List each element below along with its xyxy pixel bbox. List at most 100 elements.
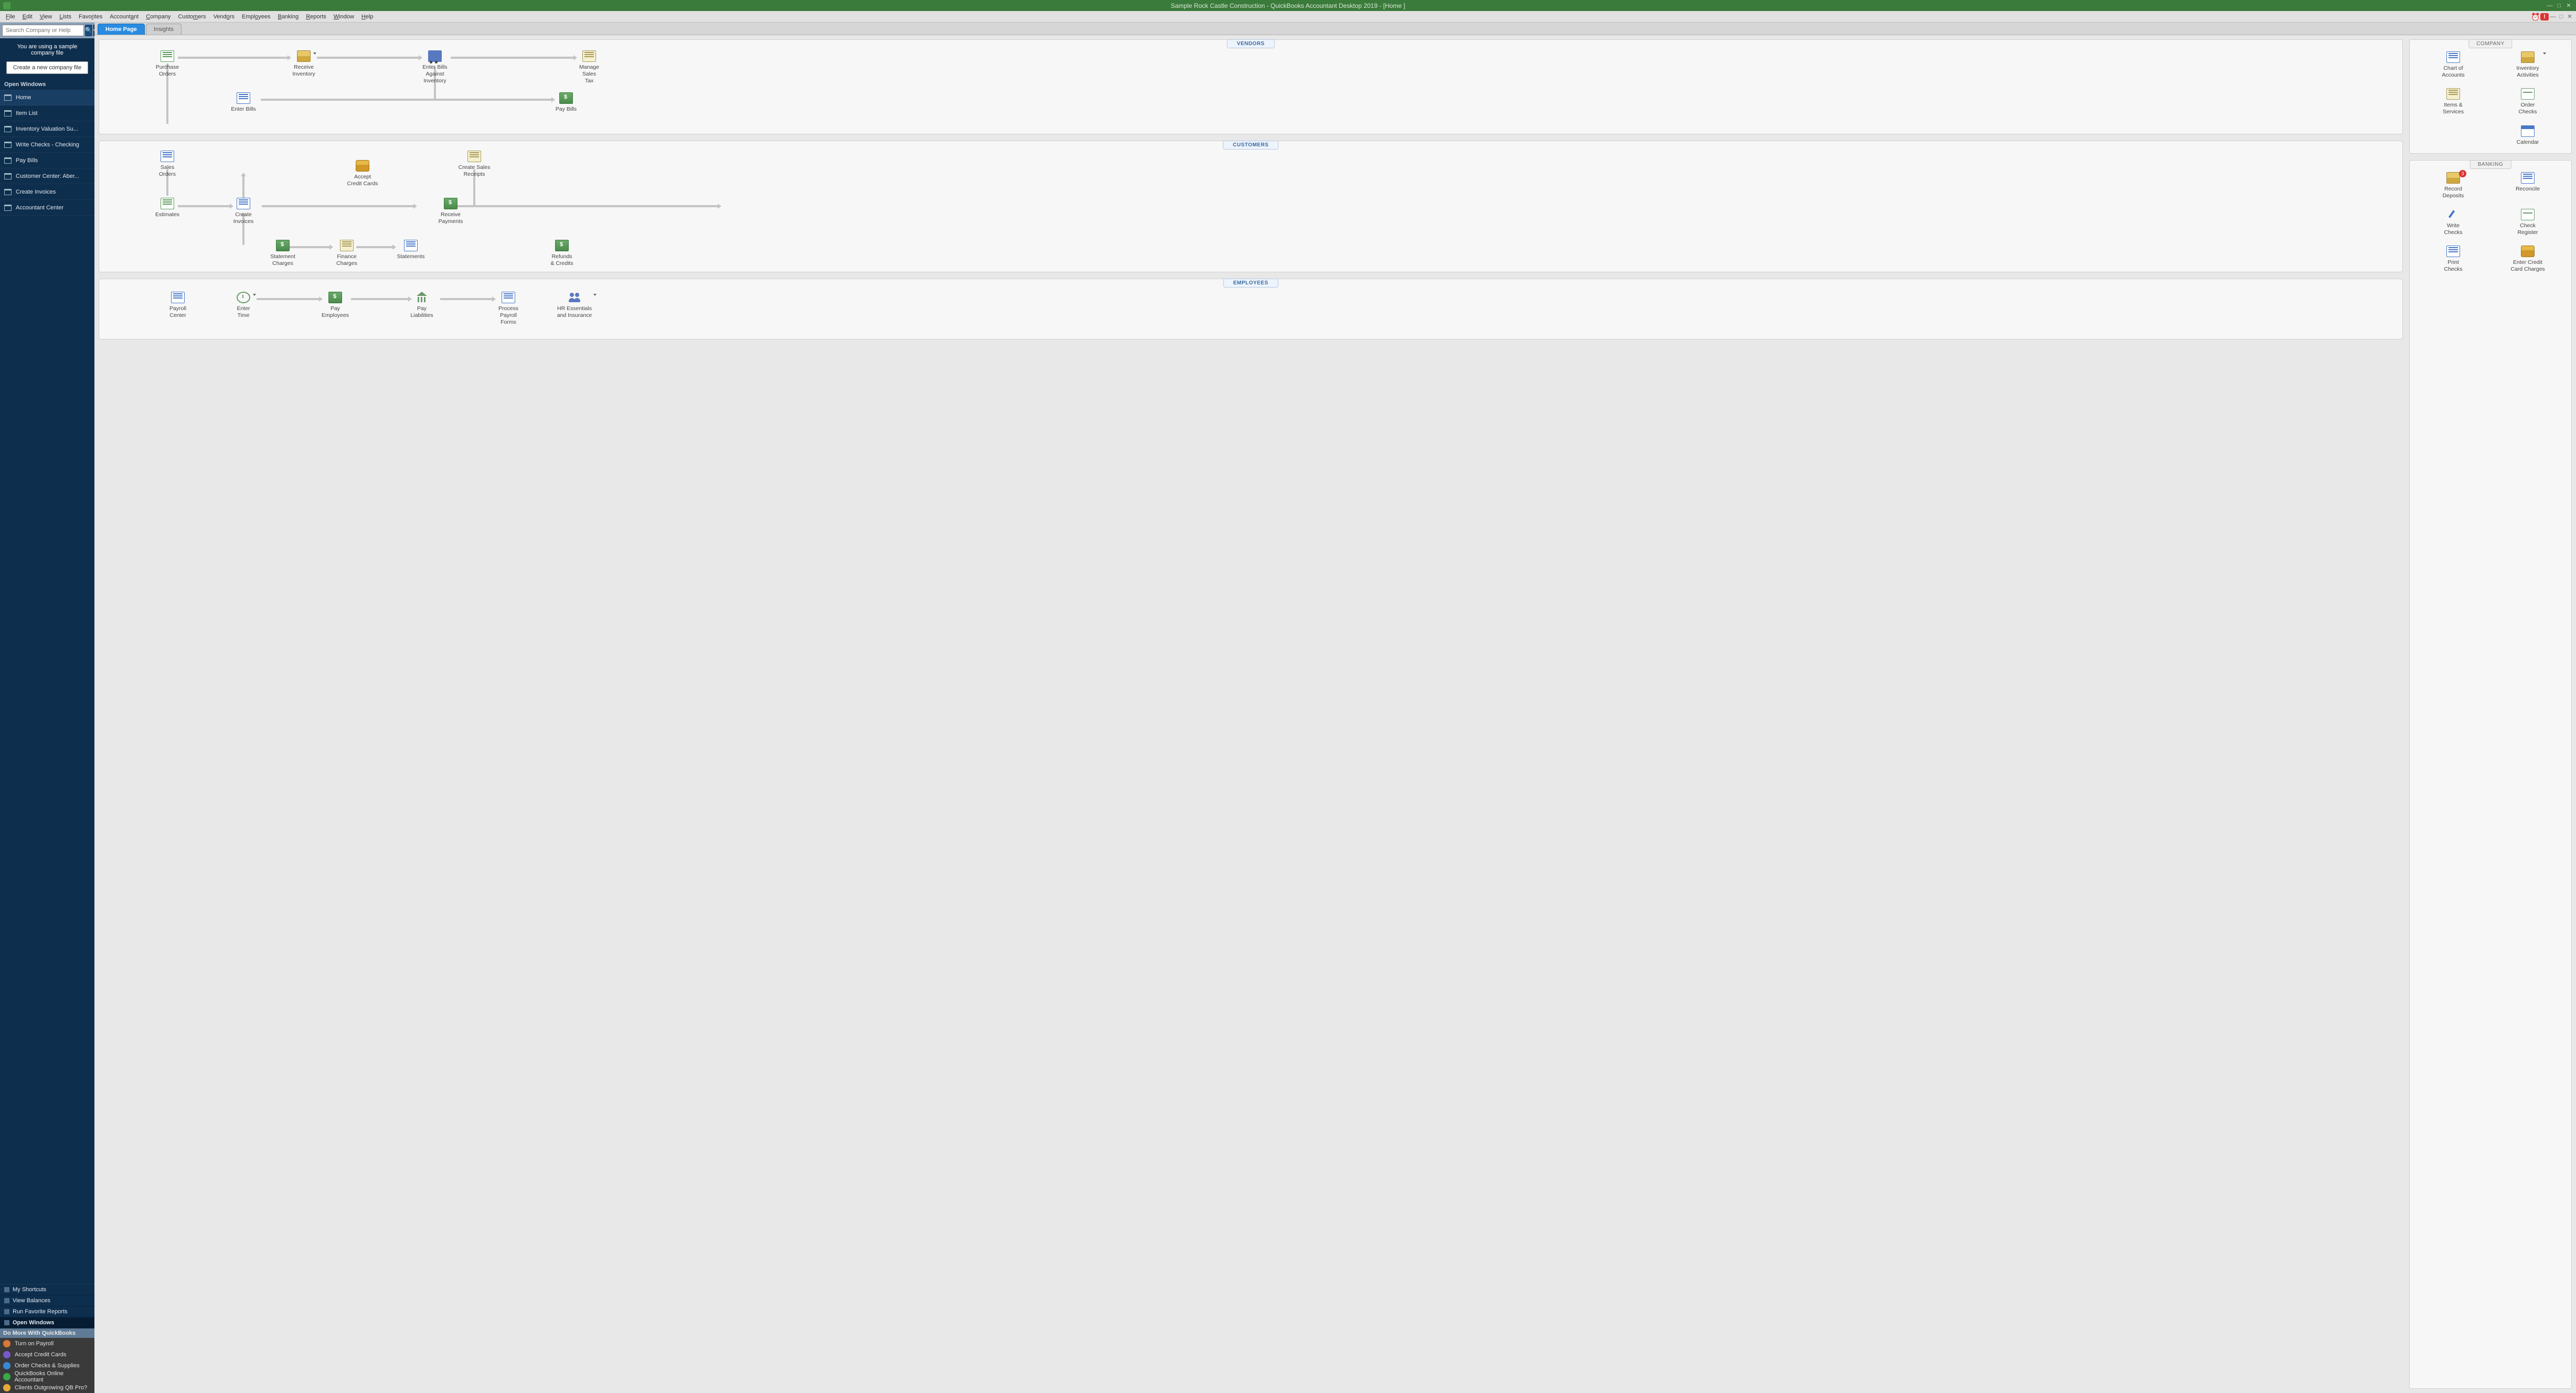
hr-essentials-node[interactable]: HR Essentialsand Insurance [549, 292, 600, 319]
create-invoices-node[interactable]: CreateInvoices [222, 198, 264, 225]
minimize-button[interactable]: — [2546, 2, 2554, 9]
write-checks-node[interactable]: WriteChecks [2417, 209, 2489, 236]
sales-orders-node[interactable]: SalesOrders [146, 151, 188, 178]
alert-badge[interactable]: ! [2540, 13, 2549, 20]
deposits-icon [2446, 172, 2460, 184]
menu-file[interactable]: File [2, 11, 19, 23]
order-checks-node[interactable]: OrderChecks [2492, 88, 2564, 115]
record-deposits-node[interactable]: 3RecordDeposits [2417, 172, 2489, 199]
document-icon [582, 50, 596, 62]
refunds-credits-node[interactable]: Refunds& Credits [541, 240, 583, 267]
reconcile-node[interactable]: Reconcile [2492, 172, 2564, 199]
create-company-button[interactable]: Create a new company file [6, 61, 88, 74]
menu-company[interactable]: Company [142, 11, 174, 23]
company-card: COMPANY Chart ofAccounts InventoryActivi… [2409, 39, 2572, 154]
open-window-accountant-center[interactable]: Accountant Center [0, 200, 94, 216]
reminder-icon[interactable]: ⏰ [2531, 13, 2539, 21]
print-checks-node[interactable]: PrintChecks [2417, 246, 2489, 273]
pay-icon [328, 292, 342, 303]
purchase-orders-node[interactable]: PurchaseOrders [146, 50, 188, 78]
open-window-customer-center[interactable]: Customer Center: Aber... [0, 168, 94, 184]
menu-reports[interactable]: Reports [302, 11, 330, 23]
window-icon [4, 142, 12, 148]
menu-accountant[interactable]: Accountant [106, 11, 142, 23]
do-more-order-checks[interactable]: Order Checks & Supplies [0, 1360, 94, 1371]
dropdown-icon [2543, 52, 2546, 55]
open-window-inventory-valuation[interactable]: Inventory Valuation Su... [0, 121, 94, 137]
company-label: COMPANY [2468, 39, 2512, 48]
close-button[interactable]: ✕ [2564, 2, 2573, 9]
create-sales-receipts-node[interactable]: Create SalesReceipts [453, 151, 495, 178]
check-register-node[interactable]: CheckRegister [2492, 209, 2564, 236]
truck-icon [428, 50, 442, 62]
pay-employees-node[interactable]: PayEmployees [314, 292, 356, 319]
menu-banking[interactable]: Banking [274, 11, 302, 23]
enter-cc-charges-node[interactable]: Enter CreditCard Charges [2492, 246, 2564, 273]
search-button[interactable]: 🔍 [85, 25, 92, 36]
process-payroll-forms-node[interactable]: ProcessPayrollForms [487, 292, 529, 326]
menu-edit[interactable]: Edit [19, 11, 36, 23]
do-more-credit-cards[interactable]: Accept Credit Cards [0, 1349, 94, 1360]
do-more-outgrowing[interactable]: Clients Outgrowing QB Pro? [0, 1382, 94, 1393]
pay-bills-node[interactable]: Pay Bills [545, 92, 587, 113]
estimates-node[interactable]: Estimates [146, 198, 188, 218]
items-icon [2446, 88, 2460, 100]
calendar-node[interactable]: Calendar [2492, 125, 2564, 146]
search-input[interactable] [2, 25, 84, 36]
accept-credit-cards-node[interactable]: AcceptCredit Cards [342, 160, 384, 187]
calendar-icon [2521, 125, 2535, 137]
nav-my-shortcuts[interactable]: My Shortcuts [0, 1284, 94, 1295]
enter-time-node[interactable]: EnterTime [222, 292, 264, 319]
window-icon [4, 173, 12, 179]
do-more-qbo-accountant[interactable]: QuickBooks Online Accountant [0, 1371, 94, 1382]
mdi-close-button[interactable]: ✕ [2566, 13, 2574, 20]
menu-lists[interactable]: Lists [56, 11, 75, 23]
nav-view-balances[interactable]: View Balances [0, 1295, 94, 1306]
pay-liabilities-node[interactable]: PayLiabilities [401, 292, 443, 319]
statements-node[interactable]: Statements [390, 240, 432, 260]
menu-view[interactable]: View [36, 11, 56, 23]
employees-panel: EMPLOYEES PayrollCenter EnterTime PayEmp… [99, 279, 2403, 339]
vendors-panel: VENDORS PurchaseOrders ReceiveInventory … [99, 39, 2403, 134]
open-window-create-invoices[interactable]: Create Invoices [0, 184, 94, 200]
clock-icon [237, 292, 250, 303]
menu-favorites[interactable]: Favorites [75, 11, 106, 23]
purchase-order-icon [161, 50, 174, 62]
open-window-pay-bills[interactable]: Pay Bills [0, 153, 94, 168]
finance-charges-node[interactable]: FinanceCharges [326, 240, 368, 267]
window-icon [4, 110, 12, 116]
open-windows-list: Home Item List Inventory Valuation Su...… [0, 90, 94, 1284]
nav-open-windows[interactable]: Open Windows [0, 1317, 94, 1328]
charges-icon [276, 240, 290, 251]
tab-home-page[interactable]: Home Page [98, 24, 145, 35]
tab-insights[interactable]: Insights [146, 24, 182, 35]
maximize-button[interactable]: □ [2555, 2, 2563, 9]
items-services-node[interactable]: Items &Services [2417, 88, 2489, 115]
chart-of-accounts-node[interactable]: Chart ofAccounts [2417, 51, 2489, 79]
enter-bills-node[interactable]: Enter Bills [222, 92, 264, 113]
open-window-home[interactable]: Home [0, 90, 94, 105]
inventory-activities-node[interactable]: InventoryActivities [2492, 51, 2564, 79]
open-window-write-checks[interactable]: Write Checks - Checking [0, 137, 94, 153]
menu-window[interactable]: Window [330, 11, 358, 23]
money-icon [559, 92, 573, 104]
statement-charges-node[interactable]: StatementCharges [262, 240, 304, 267]
menu-help[interactable]: Help [358, 11, 377, 23]
payroll-center-node[interactable]: PayrollCenter [157, 292, 199, 319]
inventory-icon [2521, 51, 2535, 63]
receive-inventory-node[interactable]: ReceiveInventory [283, 50, 325, 78]
manage-sales-tax-node[interactable]: ManageSalesTax [568, 50, 610, 84]
receive-payments-node[interactable]: ReceivePayments [430, 198, 472, 225]
menu-employees[interactable]: Employees [238, 11, 274, 23]
deposits-badge: 3 [2459, 170, 2466, 177]
nav-run-reports[interactable]: Run Favorite Reports [0, 1306, 94, 1317]
banking-card: BANKING 3RecordDeposits Reconcile WriteC… [2409, 160, 2572, 1389]
enter-bills-against-inventory-node[interactable]: Enter BillsAgainstInventory [414, 50, 456, 84]
open-window-item-list[interactable]: Item List [0, 105, 94, 121]
reconcile-icon [2521, 172, 2535, 184]
mdi-minimize-button[interactable]: — [2549, 14, 2557, 20]
do-more-payroll[interactable]: Turn on Payroll [0, 1338, 94, 1349]
mdi-restore-button[interactable]: □ [2557, 14, 2566, 20]
menu-customers[interactable]: Customers [174, 11, 209, 23]
menu-vendors[interactable]: Vendors [210, 11, 238, 23]
